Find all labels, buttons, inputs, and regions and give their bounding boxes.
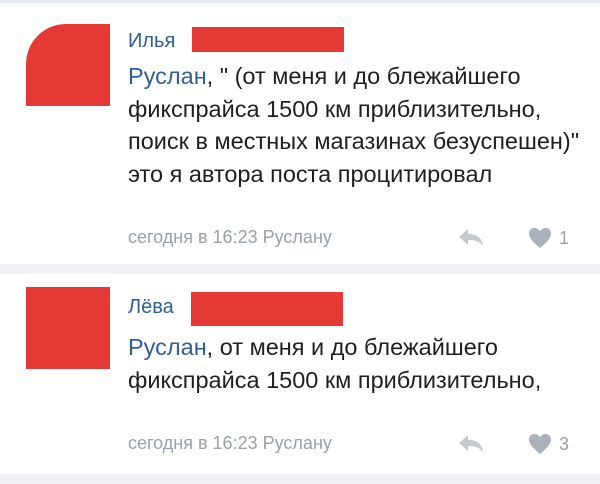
reply-icon[interactable] <box>456 431 486 455</box>
mention-link[interactable]: Руслан <box>128 63 207 89</box>
avatar[interactable] <box>26 287 110 369</box>
top-divider <box>0 0 600 3</box>
reply-to-name[interactable]: Руслану <box>263 433 332 453</box>
comment-time[interactable]: сегодня в 16:23 <box>128 433 258 453</box>
comment-text: Руслан, от меня и до блежайшего фикспрай… <box>128 331 583 396</box>
like-count: 1 <box>559 227 570 248</box>
heart-icon <box>529 228 551 248</box>
redacted-surname <box>191 292 343 326</box>
comment-author-name[interactable]: Илья <box>128 30 175 53</box>
like-count: 3 <box>559 433 570 454</box>
comment-meta: сегодня в 16:23 Руслану <box>128 433 332 454</box>
bottom-divider <box>0 474 600 484</box>
redacted-surname <box>192 27 344 52</box>
comment-text: Руслан, " (от меня и до блежайшего фиксп… <box>128 60 583 190</box>
comment-time[interactable]: сегодня в 16:23 <box>128 227 258 247</box>
reply-to-name[interactable]: Руслану <box>263 227 332 247</box>
avatar[interactable] <box>26 24 110 106</box>
comment-divider <box>0 264 600 274</box>
reply-icon[interactable] <box>456 225 486 249</box>
mention-link[interactable]: Руслан <box>128 334 207 360</box>
like-button[interactable]: 1 <box>528 226 569 250</box>
heart-icon <box>529 434 551 454</box>
like-button[interactable]: 3 <box>528 432 569 456</box>
comment-meta: сегодня в 16:23 Руслану <box>128 227 332 248</box>
comment-author-name[interactable]: Лёва <box>128 296 174 319</box>
